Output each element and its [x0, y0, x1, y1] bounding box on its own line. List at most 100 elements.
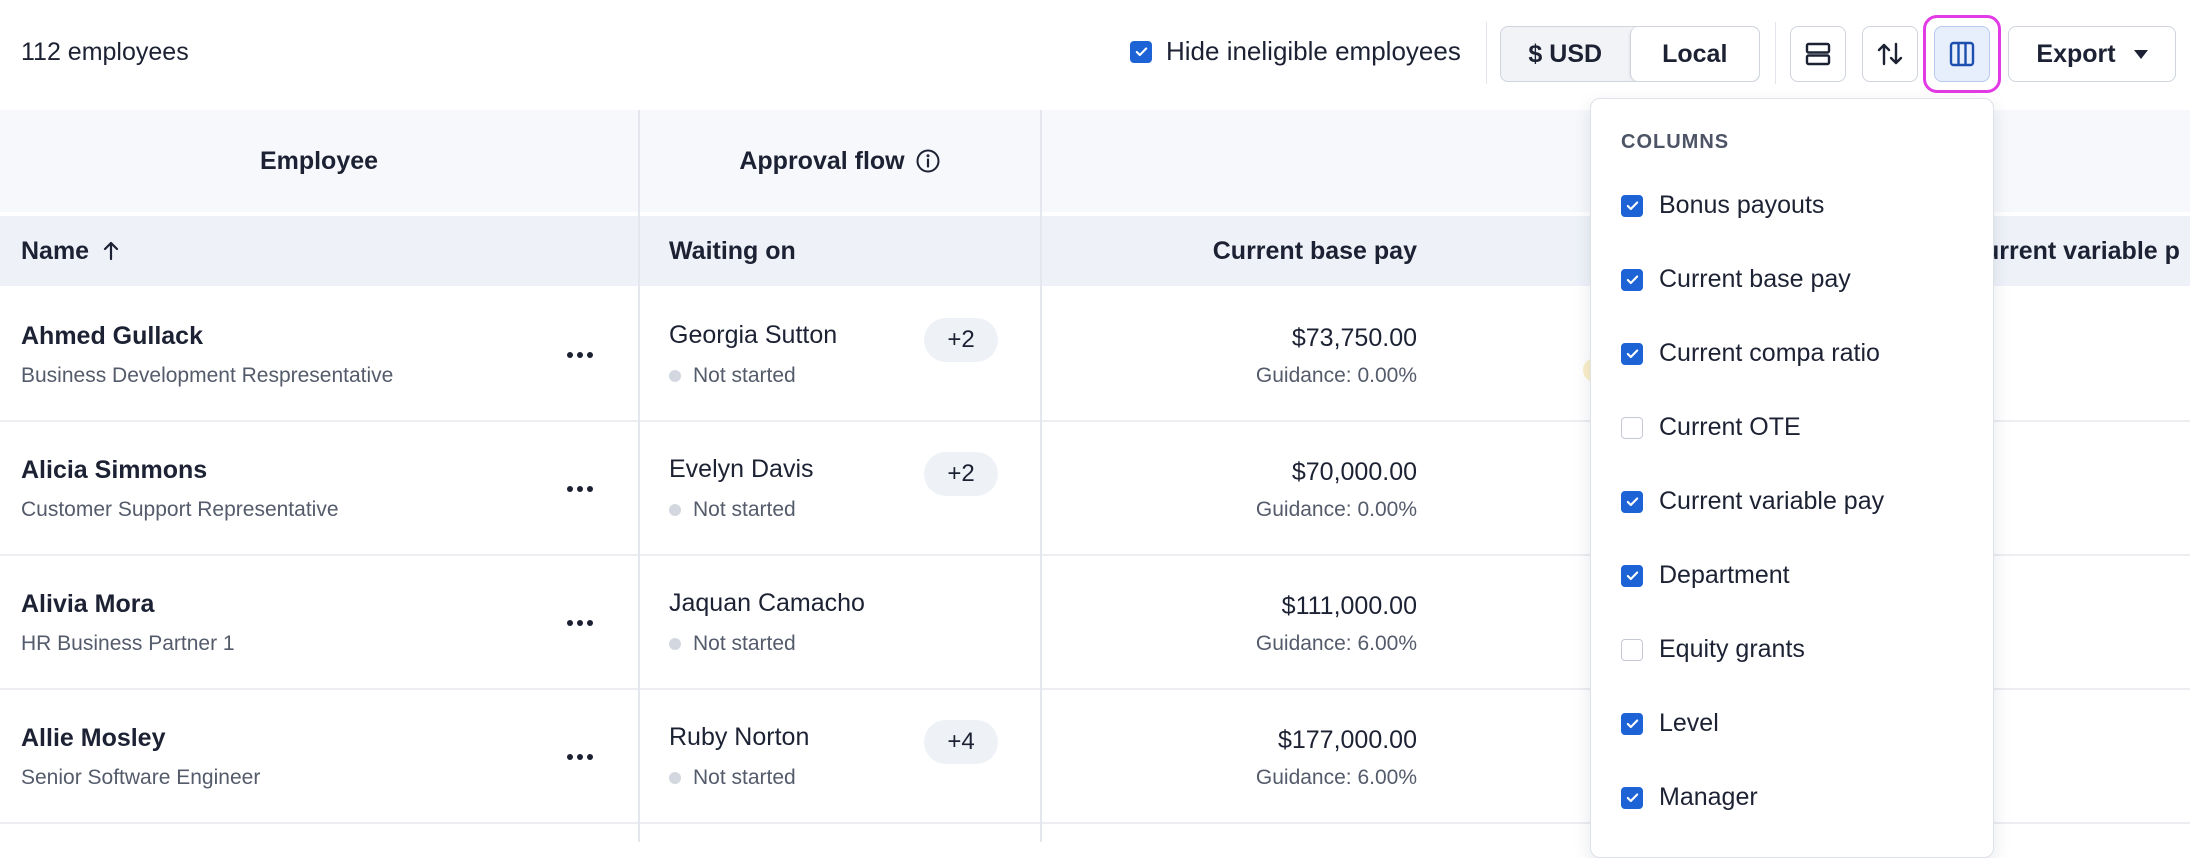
status-dot: [669, 638, 681, 650]
columns-button[interactable]: [1934, 26, 1990, 82]
additional-approvers-badge[interactable]: +2: [924, 318, 998, 362]
checkmark-icon: [1626, 571, 1638, 580]
column-option-label: Bonus payouts: [1659, 191, 1825, 219]
columns-menu-title: COLUMNS: [1621, 131, 1730, 153]
group-header-approval-flow: Approval flow: [640, 110, 1040, 212]
status-label: Not started: [693, 766, 796, 789]
column-divider: [1040, 110, 1042, 842]
more-horizontal-icon: [567, 754, 593, 760]
row-density-icon: [1805, 42, 1831, 66]
approval-status: Not started: [669, 632, 796, 656]
column-option-label: Level: [1659, 709, 1719, 737]
toolbar-divider: [1486, 22, 1487, 84]
more-horizontal-icon: [567, 620, 593, 626]
row-more-button[interactable]: [560, 608, 600, 638]
column-option-label: Current compa ratio: [1659, 339, 1880, 367]
column-checkbox[interactable]: [1621, 786, 1643, 809]
sort-button[interactable]: [1862, 26, 1918, 82]
checkmark-icon: [1135, 47, 1147, 56]
column-option-label: Current variable pay: [1659, 487, 1885, 515]
info-icon[interactable]: [915, 148, 941, 174]
waiting-on-approver: Georgia Sutton: [669, 321, 838, 349]
guidance-value: Guidance: 6.00%: [1255, 632, 1417, 655]
export-button[interactable]: Export: [2008, 26, 2176, 82]
checkmark-icon: [1626, 719, 1638, 728]
column-option-label: Current base pay: [1659, 265, 1851, 293]
column-option-department[interactable]: Department: [1621, 561, 1790, 590]
more-horizontal-icon: [567, 352, 593, 358]
column-option-level[interactable]: Level: [1621, 709, 1719, 738]
current-base-pay-value: $70,000.00: [1291, 458, 1417, 486]
toolbar-divider: [1775, 22, 1776, 84]
current-base-pay-value: $111,000.00: [1281, 592, 1417, 620]
employee-title: Senior Software Engineer: [21, 766, 261, 789]
header-name-label: Name: [21, 236, 90, 265]
column-checkbox[interactable]: [1621, 342, 1643, 365]
column-option-bonus-payouts[interactable]: Bonus payouts: [1621, 191, 1824, 220]
approval-status: Not started: [669, 364, 796, 388]
waiting-on-approver: Evelyn Davis: [669, 455, 814, 483]
employee-name[interactable]: Alivia Mora: [21, 590, 154, 619]
column-header-current-base-pay[interactable]: Current base pay: [1213, 216, 1417, 286]
hide-ineligible-toggle[interactable]: Hide ineligible employees: [1130, 36, 1461, 67]
checkmark-icon: [1626, 793, 1638, 802]
employee-name[interactable]: Ahmed Gullack: [21, 322, 203, 351]
group-approval-flow-label: Approval flow: [739, 146, 905, 175]
currency-local-button[interactable]: Local: [1629, 27, 1759, 81]
row-more-button[interactable]: [560, 742, 600, 772]
employee-title: Business Development Respresentative: [21, 364, 394, 387]
approval-status: Not started: [669, 498, 796, 522]
currency-toggle: $ USD Local: [1500, 26, 1760, 82]
column-checkbox[interactable]: [1621, 416, 1643, 439]
row-density-button[interactable]: [1790, 26, 1846, 82]
arrow-up-icon: [103, 241, 119, 261]
hide-ineligible-checkbox[interactable]: [1130, 40, 1152, 63]
checkmark-icon: [1626, 497, 1638, 506]
column-checkbox[interactable]: [1621, 712, 1643, 735]
header-current-variable-pay-label: urrent variable p: [1984, 236, 2180, 265]
checkmark-icon: [1626, 349, 1638, 358]
additional-approvers-badge[interactable]: +4: [924, 720, 998, 764]
export-label: Export: [2036, 39, 2116, 68]
guidance-value: Guidance: 6.00%: [1255, 766, 1417, 789]
employee-count: 112 employees: [21, 38, 189, 66]
column-option-current-compa-ratio[interactable]: Current compa ratio: [1621, 339, 1880, 368]
sort-icon: [1877, 42, 1903, 66]
status-dot: [669, 504, 681, 516]
guidance-value: Guidance: 0.00%: [1255, 364, 1417, 387]
group-header-employee: Employee: [0, 110, 638, 212]
waiting-on-approver: Jaquan Camacho: [669, 589, 865, 617]
checkmark-icon: [1626, 201, 1638, 210]
employee-name[interactable]: Allie Mosley: [21, 724, 166, 753]
columns-dropdown: COLUMNS Bonus payouts Current base pay C…: [1590, 98, 1994, 858]
column-checkbox[interactable]: [1621, 638, 1643, 661]
row-more-button[interactable]: [560, 340, 600, 370]
columns-icon: [1949, 41, 1975, 67]
column-option-current-ote[interactable]: Current OTE: [1621, 413, 1801, 442]
row-more-button[interactable]: [560, 474, 600, 504]
employee-name[interactable]: Alicia Simmons: [21, 456, 207, 485]
status-label: Not started: [693, 364, 796, 387]
group-employee-label: Employee: [259, 146, 379, 175]
column-header-current-variable-pay[interactable]: urrent variable p: [1984, 216, 2180, 286]
column-option-current-base-pay[interactable]: Current base pay: [1621, 265, 1851, 294]
column-checkbox[interactable]: [1621, 194, 1643, 217]
header-current-base-pay-label: Current base pay: [1212, 236, 1417, 265]
column-option-current-variable-pay[interactable]: Current variable pay: [1621, 487, 1884, 516]
column-checkbox[interactable]: [1621, 564, 1643, 587]
column-checkbox[interactable]: [1621, 490, 1643, 513]
approval-status: Not started: [669, 766, 796, 790]
checkmark-icon: [1626, 275, 1638, 284]
employee-title: HR Business Partner 1: [21, 632, 235, 655]
additional-approvers-badge[interactable]: +2: [924, 452, 998, 496]
column-header-name[interactable]: Name: [21, 216, 123, 286]
currency-usd-button[interactable]: $ USD: [1501, 27, 1630, 81]
employee-title: Customer Support Representative: [21, 498, 339, 521]
column-checkbox[interactable]: [1621, 268, 1643, 291]
chevron-down-icon: [2133, 49, 2148, 59]
header-waiting-on-label: Waiting on: [669, 236, 796, 265]
column-header-waiting-on[interactable]: Waiting on: [669, 216, 796, 286]
current-base-pay-value: $177,000.00: [1277, 726, 1417, 754]
column-option-manager[interactable]: Manager: [1621, 783, 1758, 812]
column-option-equity-grants[interactable]: Equity grants: [1621, 635, 1805, 664]
